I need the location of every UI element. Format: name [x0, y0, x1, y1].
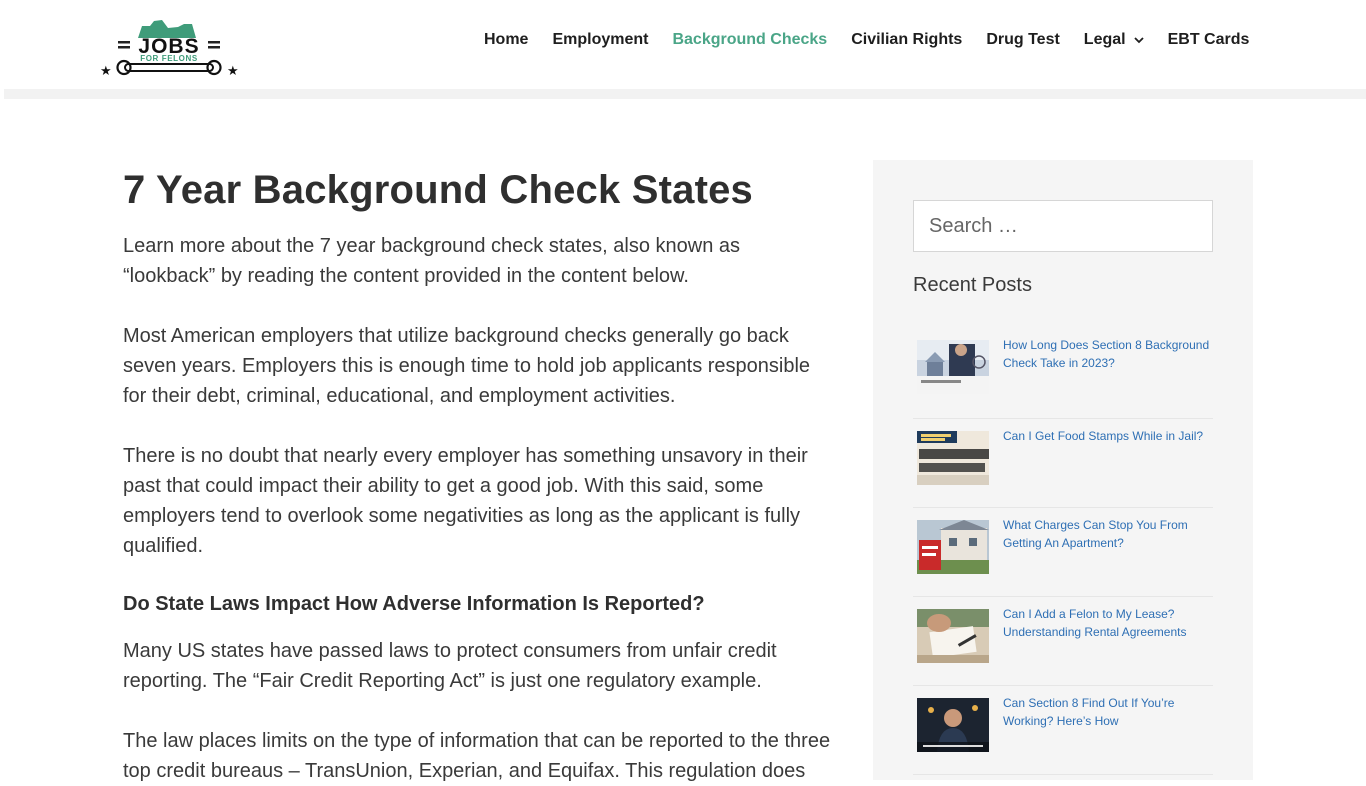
article-paragraph-2: Most American employers that utilize bac…: [123, 325, 811, 407]
article-paragraph-1: Learn more about the 7 year background c…: [123, 235, 741, 287]
lease-signing-thumbnail-icon[interactable]: [917, 609, 989, 663]
article-paragraph-5: The law places limits on the type of inf…: [123, 730, 831, 782]
nav-home[interactable]: Home: [472, 31, 540, 49]
svg-text:FOR FELONS: FOR FELONS: [140, 54, 198, 63]
nav-drug-test[interactable]: Drug Test: [974, 31, 1071, 49]
nav-legal[interactable]: Legal: [1072, 31, 1156, 49]
recent-post-link-4[interactable]: Can I Add a Felon to My Lease? Understan…: [1003, 605, 1213, 641]
logo-icon: JOBS FOR FELONS ★ ★: [100, 20, 239, 79]
recent-post-link-5[interactable]: Can Section 8 Find Out If You’re Working…: [1003, 694, 1213, 730]
section8-working-thumbnail-icon[interactable]: [917, 698, 989, 752]
nav-drug-test-label: Drug Test: [986, 31, 1060, 48]
sidebar: Recent Posts How Long Does Section 8 Bac…: [873, 160, 1253, 780]
nav-employment-label: Employment: [552, 31, 649, 48]
nav-civilian-rights[interactable]: Civilian Rights: [839, 31, 974, 49]
svg-text:★: ★: [100, 64, 112, 79]
article: 7 Year Background Check States Learn mor…: [123, 164, 835, 786]
list-item: Can Section 8 Find Out If You’re Working…: [913, 686, 1213, 775]
article-subheading: Do State Laws Impact How Adverse Informa…: [123, 593, 705, 615]
site-logo[interactable]: JOBS FOR FELONS ★ ★: [98, 16, 244, 82]
list-item: How Long Does Section 8 Background Check…: [913, 330, 1213, 419]
recent-post-link-3[interactable]: What Charges Can Stop You From Getting A…: [1003, 516, 1213, 552]
svg-text:★: ★: [227, 64, 239, 79]
list-item: What Charges Can Stop You From Getting A…: [913, 508, 1213, 597]
header-divider: [4, 89, 1366, 99]
nav-employment[interactable]: Employment: [540, 31, 660, 49]
page-title: 7 Year Background Check States: [123, 168, 753, 212]
recent-posts-list: How Long Does Section 8 Background Check…: [913, 330, 1213, 775]
recent-post-link-2[interactable]: Can I Get Food Stamps While in Jail?: [1003, 427, 1213, 445]
list-item: Can I Add a Felon to My Lease? Understan…: [913, 597, 1213, 686]
for-rent-sign-thumbnail-icon[interactable]: [917, 520, 989, 574]
nav-ebt-cards-label: EBT Cards: [1167, 31, 1250, 48]
nav-background-checks-label: Background Checks: [672, 31, 828, 48]
section8-check-thumbnail-icon[interactable]: [917, 340, 989, 394]
recent-post-link-1[interactable]: How Long Does Section 8 Background Check…: [1003, 336, 1213, 372]
article-paragraph-3: There is no doubt that nearly every empl…: [123, 445, 808, 557]
food-stamps-application-thumbnail-icon[interactable]: [917, 431, 989, 485]
nav-background-checks[interactable]: Background Checks: [660, 31, 839, 49]
search-input[interactable]: [913, 200, 1213, 252]
nav-civilian-rights-label: Civilian Rights: [851, 31, 963, 48]
recent-posts-title: Recent Posts: [913, 274, 1032, 296]
nav-legal-label: Legal: [1083, 31, 1126, 48]
chevron-down-icon: [1133, 36, 1144, 43]
nav-home-label: Home: [484, 31, 529, 48]
site-header: JOBS FOR FELONS ★ ★ Home Employment Back…: [0, 0, 1366, 90]
article-paragraph-4: Many US states have passed laws to prote…: [123, 640, 777, 692]
main-nav: Home Employment Background Checks Civili…: [472, 26, 1261, 54]
nav-ebt-cards[interactable]: EBT Cards: [1156, 31, 1262, 49]
list-item: Can I Get Food Stamps While in Jail?: [913, 419, 1213, 508]
